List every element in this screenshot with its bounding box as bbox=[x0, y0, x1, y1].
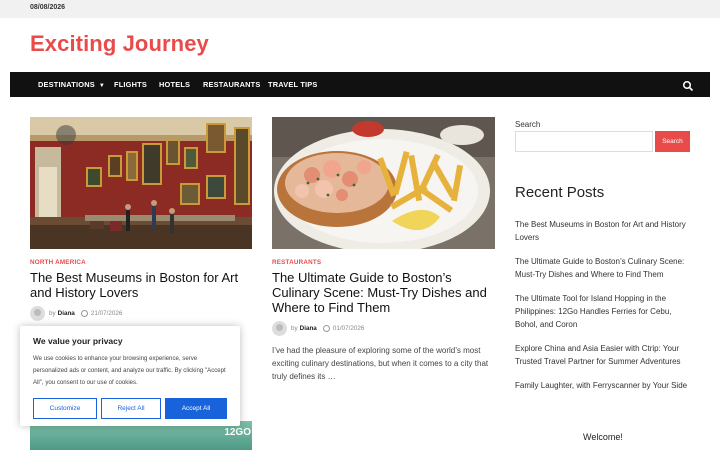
nav-item-travel-tips[interactable]: TRAVEL TIPS bbox=[268, 72, 318, 97]
by-label: by bbox=[291, 325, 298, 332]
post-excerpt: I’ve had the pleasure of exploring some … bbox=[272, 346, 489, 381]
reject-all-button[interactable]: Reject All bbox=[101, 398, 161, 419]
post-title[interactable]: The Ultimate Guide to Boston’s Culinary … bbox=[272, 270, 494, 315]
search-icon[interactable] bbox=[682, 79, 694, 92]
nav-item-destinations[interactable]: DESTINATIONS ▼ bbox=[38, 72, 105, 97]
clock-icon bbox=[80, 310, 88, 317]
post-meta: by Diana 01/07/2026 bbox=[272, 321, 364, 336]
post-thumbnail-museum[interactable] bbox=[30, 117, 252, 249]
welcome-heading: Welcome! bbox=[583, 432, 623, 442]
recent-post-link[interactable]: Family Laughter, with Ferryscanner by Yo… bbox=[515, 379, 690, 392]
post-category[interactable]: RESTAURANTS bbox=[272, 259, 321, 266]
current-date: 08/08/2026 bbox=[30, 4, 66, 11]
site-title[interactable]: Exciting Journey bbox=[30, 31, 209, 57]
nav-item-restaurants[interactable]: RESTAURANTS bbox=[203, 72, 261, 97]
post-category[interactable]: NORTH AMERICA bbox=[30, 259, 86, 266]
search-input[interactable] bbox=[515, 131, 653, 152]
post-author[interactable]: Diana bbox=[58, 310, 75, 317]
post-meta: by Diana 21/07/2026 bbox=[30, 306, 122, 321]
top-bar: 08/08/2026 bbox=[0, 0, 720, 18]
nav-item-label: DESTINATIONS bbox=[38, 80, 95, 89]
recent-post-link[interactable]: The Ultimate Guide to Boston’s Culinary … bbox=[515, 255, 690, 281]
recent-posts-heading: Recent Posts bbox=[515, 184, 605, 201]
search-label: Search bbox=[515, 120, 541, 129]
post-title[interactable]: The Best Museums in Boston for Art and H… bbox=[30, 270, 250, 300]
nav-item-hotels[interactable]: HOTELS bbox=[159, 72, 190, 97]
post-author[interactable]: Diana bbox=[300, 325, 317, 332]
avatar bbox=[30, 306, 45, 321]
post-thumbnail-lobster-roll[interactable] bbox=[272, 117, 495, 249]
main-navigation: DESTINATIONS ▼ FLIGHTS HOTELS RESTAURANTS… bbox=[10, 72, 710, 97]
accept-all-button[interactable]: Accept All bbox=[165, 398, 227, 419]
cookie-text: We use cookies to enhance your browsing … bbox=[33, 355, 226, 386]
12go-logo: 12GO bbox=[224, 427, 251, 438]
recent-post-link[interactable]: Explore China and Asia Easier with Ctrip… bbox=[515, 342, 690, 368]
nav-item-flights[interactable]: FLIGHTS bbox=[114, 72, 147, 97]
avatar bbox=[272, 321, 287, 336]
post-date[interactable]: 01/07/2026 bbox=[333, 325, 365, 332]
search-button[interactable]: Search bbox=[655, 131, 690, 152]
chevron-down-icon: ▼ bbox=[98, 83, 106, 89]
cookie-consent-banner: We value your privacy We use cookies to … bbox=[20, 326, 240, 426]
recent-posts-list: The Best Museums in Boston for Art and H… bbox=[515, 218, 690, 403]
customize-button[interactable]: Customize bbox=[33, 398, 97, 419]
post-date[interactable]: 21/07/2026 bbox=[91, 310, 123, 317]
recent-post-link[interactable]: The Ultimate Tool for Island Hopping in … bbox=[515, 292, 690, 331]
cookie-title: We value your privacy bbox=[33, 336, 123, 346]
recent-post-link[interactable]: The Best Museums in Boston for Art and H… bbox=[515, 218, 690, 244]
clock-icon bbox=[322, 325, 330, 332]
by-label: by bbox=[49, 310, 56, 317]
